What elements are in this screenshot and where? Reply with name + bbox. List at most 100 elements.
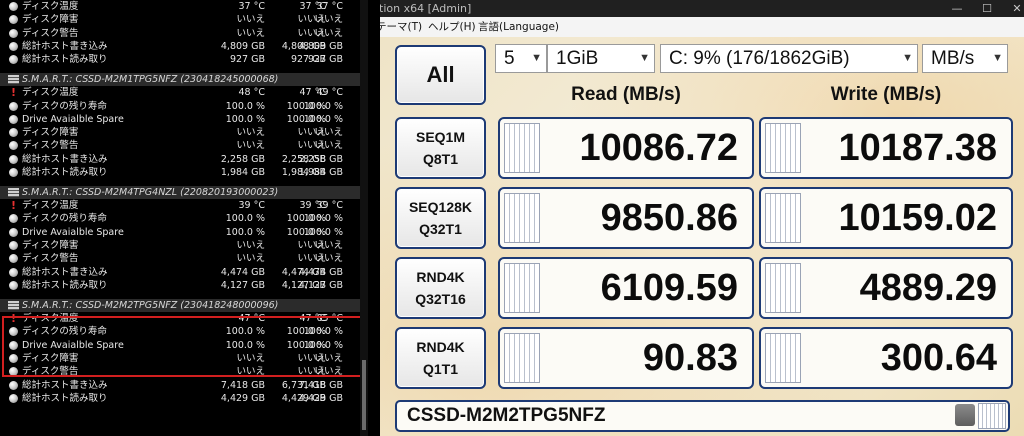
unit-select[interactable]: MB/s ▼: [922, 44, 1008, 73]
footer-progress-bar: [978, 403, 1006, 429]
all-button[interactable]: All: [395, 45, 486, 105]
progress-bar: [765, 193, 801, 243]
progress-bar: [504, 263, 540, 313]
smart-drive-header[interactable]: S.M.A.R.T.: CSSD-M2M2TPG5NFZ (2304182480…: [0, 298, 368, 313]
test-button-rnd4k-q32t16[interactable]: RND4K Q32T16: [395, 257, 486, 319]
sensor-current-value: いいえ: [236, 240, 265, 252]
progress-bar: [504, 333, 540, 383]
test-size-value: 1GiB: [556, 48, 599, 69]
warning-icon: !: [10, 86, 17, 100]
sensor-label: ディスク温度: [22, 1, 79, 12]
sensor-row[interactable]: 総計ホスト読み取り 4,127 GB 4,127 GB 4,127 GB: [0, 279, 368, 292]
sensor-label: ディスク障害: [22, 240, 79, 252]
sensor-max-value: 2,258 GB: [298, 153, 343, 165]
chevron-down-icon: ▼: [639, 52, 650, 64]
sensor-row[interactable]: 総計ホスト書き込み 4,474 GB 4,474 GB 4,474 GB: [0, 266, 368, 279]
read-value: 9850.86: [600, 197, 738, 239]
sensor-max-value: 100.0 %: [303, 100, 343, 112]
sensor-label: ディスク温度: [22, 87, 79, 99]
test-queue: Q1T1: [422, 361, 458, 377]
title-bar[interactable]: ition x64 [Admin] — ☐ ✕: [380, 0, 1024, 17]
drive-select[interactable]: C: 9% (176/1862GiB) ▼: [660, 44, 918, 73]
sensor-current-value: 100.0 %: [225, 226, 265, 238]
read-value: 10086.72: [579, 127, 739, 169]
sensor-row[interactable]: ディスクの残り寿命 100.0 % 100.0 % 100.0 %: [0, 212, 368, 225]
test-size-select[interactable]: 1GiB ▼: [547, 44, 655, 73]
sensor-row[interactable]: ! ディスク温度 39 °C 39 °C 39 °C: [0, 199, 368, 212]
sensor-current-value: 37 °C: [238, 1, 266, 12]
smart-drive-header[interactable]: S.M.A.R.T.: CSSD-M2M1TPG5NFZ (2304182450…: [0, 72, 368, 87]
minimize-button[interactable]: —: [942, 0, 972, 17]
sensor-row[interactable]: ディスク障害 いいえ いいえ いいえ: [0, 126, 368, 139]
sensor-max-value: 4,127 GB: [298, 279, 343, 291]
progress-bar: [765, 333, 801, 383]
test-name: SEQ128K: [408, 199, 473, 215]
gauge-icon: [9, 15, 18, 25]
sensor-current-value: いいえ: [236, 253, 265, 265]
drive-comment-field[interactable]: CSSD-M2M2TPG5NFZ: [395, 400, 1010, 432]
write-value: 4889.29: [859, 267, 997, 309]
sensor-current-value: いいえ: [236, 27, 265, 39]
write-header: Write (MB/s): [830, 84, 942, 105]
gauge-icon: [9, 2, 18, 11]
sensor-row[interactable]: 総計ホスト読み取り 927 GB 927 GB 927 GB: [0, 53, 368, 66]
progress-bar: [765, 263, 801, 313]
sensor-label: 総計ホスト書き込み: [22, 379, 108, 391]
all-button-label: All: [426, 62, 455, 87]
sensor-row[interactable]: ディスク警告 いいえ いいえ いいえ: [0, 139, 368, 152]
smart-drive-title: S.M.A.R.T.: CSSD-M2M1TPG5NFZ (2304182450…: [22, 73, 279, 85]
write-result-seq1m-q8t1: 10187.38: [759, 117, 1013, 179]
close-button[interactable]: ✕: [1002, 0, 1024, 17]
menu-language[interactable]: 言語(Language): [478, 17, 559, 37]
menu-help[interactable]: ヘルプ(H): [428, 17, 476, 37]
sensor-row[interactable]: ディスク警告 いいえ いいえ いいえ: [0, 27, 368, 40]
sensor-max-value: 37 °C: [316, 1, 344, 12]
gauge-icon: [9, 128, 18, 138]
sensor-max-value: いいえ: [314, 140, 343, 152]
write-result-seq128k-q32t1: 10159.02: [759, 187, 1013, 249]
sensor-max-value: いいえ: [314, 127, 343, 139]
smart-drive-header[interactable]: S.M.A.R.T.: CSSD-M2M4TPG4NZL (2208201930…: [0, 185, 368, 200]
highlight-box: [2, 316, 367, 377]
sensor-row[interactable]: Drive Avaialble Spare 100.0 % 100.0 % 100.0…: [0, 226, 368, 239]
write-result-rnd4k-q32t16: 4889.29: [759, 257, 1013, 319]
sensor-label: 総計ホスト読み取り: [22, 392, 108, 404]
sensor-row[interactable]: ディスク温度 37 °C 37 °C 37 °C: [0, 0, 368, 13]
test-name: RND4K: [416, 339, 465, 355]
gauge-icon: [9, 241, 18, 251]
sensor-row[interactable]: ディスク障害 いいえ いいえ いいえ: [0, 13, 368, 26]
sensor-current-value: 4,809 GB: [220, 40, 265, 52]
sensor-max-value: 100.0 %: [303, 213, 343, 225]
sensor-row[interactable]: Drive Avaialble Spare 100.0 % 100.0 % 100.0…: [0, 113, 368, 126]
sensor-row[interactable]: ディスク警告 いいえ いいえ いいえ: [0, 252, 368, 265]
sensor-scrollbar-thumb[interactable]: [362, 360, 366, 430]
sensor-row[interactable]: 総計ホスト書き込み 2,258 GB 2,258 GB 2,258 GB: [0, 153, 368, 166]
test-button-seq128k-q32t1[interactable]: SEQ128K Q32T1: [395, 187, 486, 249]
sensor-row[interactable]: ディスク障害 いいえ いいえ いいえ: [0, 239, 368, 252]
test-queue: Q8T1: [422, 151, 458, 167]
sensor-row[interactable]: 総計ホスト読み取り 4,429 GB 4,429 GB 4,429 GB: [0, 392, 368, 405]
sensor-row[interactable]: ディスクの残り寿命 100.0 % 100.0 % 100.0 %: [0, 100, 368, 113]
sensor-label: ディスク警告: [22, 140, 79, 152]
sensor-max-value: 100.0 %: [303, 113, 343, 125]
sensor-max-value: 39 °C: [316, 200, 344, 212]
read-value: 90.83: [642, 337, 738, 379]
sensor-row[interactable]: 総計ホスト書き込み 4,809 GB 4,808 GB 4,809 GB: [0, 40, 368, 53]
read-header: Read (MB/s): [571, 84, 681, 105]
drive-icon: [8, 300, 19, 310]
menu-theme[interactable]: テーマ(T): [380, 17, 422, 37]
test-button-rnd4k-q1t1[interactable]: RND4K Q1T1: [395, 327, 486, 389]
gauge-icon: [9, 28, 18, 38]
sensor-row[interactable]: 総計ホスト読み取り 1,984 GB 1,984 GB 1,984 GB: [0, 166, 368, 179]
maximize-button[interactable]: ☐: [972, 0, 1002, 17]
sensor-current-value: 4,127 GB: [220, 279, 265, 291]
gauge-icon: [9, 393, 18, 403]
sensor-max-value: いいえ: [314, 14, 343, 26]
gauge-icon: [9, 168, 18, 178]
sensor-row[interactable]: ! ディスク温度 48 °C 47 °C 49 °C: [0, 86, 368, 99]
test-count-select[interactable]: 5 ▼: [495, 44, 547, 73]
window-divider: [368, 0, 380, 436]
test-button-seq1m-q8t1[interactable]: SEQ1M Q8T1: [395, 117, 486, 179]
gauge-icon: [9, 380, 18, 390]
sensor-row[interactable]: 総計ホスト書き込み 7,418 GB 6,731 GB 7,418 GB: [0, 379, 368, 392]
